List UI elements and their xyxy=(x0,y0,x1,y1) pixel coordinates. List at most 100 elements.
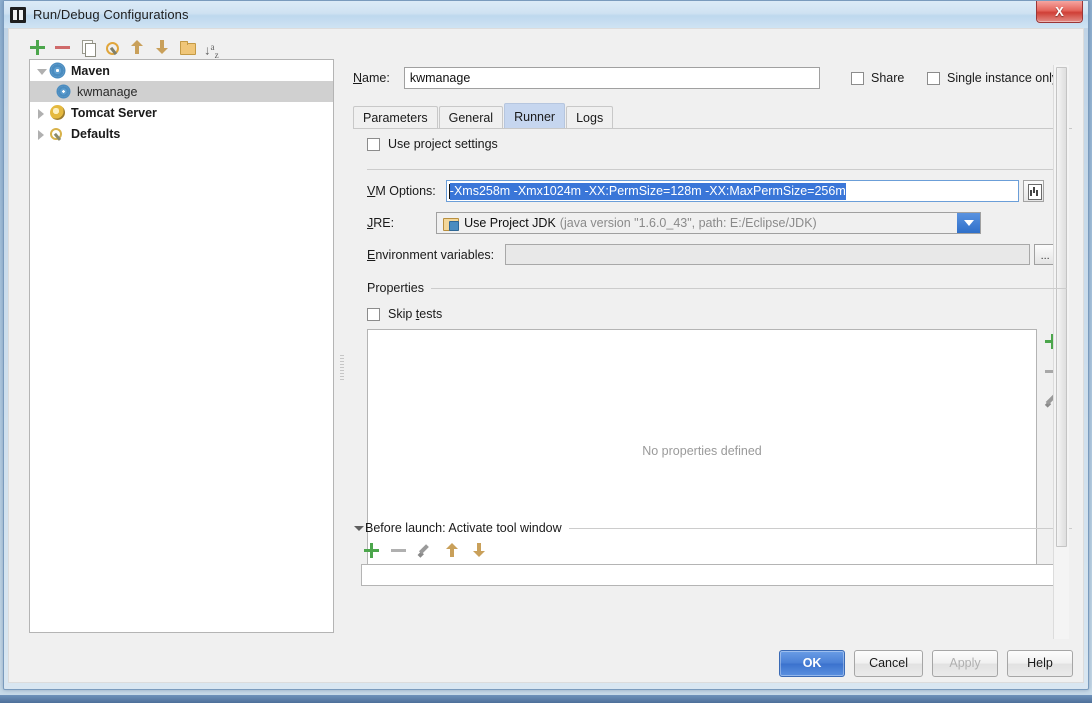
splitter-grip[interactable] xyxy=(340,354,344,380)
environment-variables-input[interactable] xyxy=(505,244,1031,265)
skip-tests-label: Skip tests xyxy=(388,307,443,321)
tab-label: Runner xyxy=(514,109,556,124)
run-debug-configurations-window: Run/Debug Configurations X ↓az Maven kwm… xyxy=(0,0,1092,695)
close-button[interactable]: X xyxy=(1036,1,1083,23)
title-bar: Run/Debug Configurations X xyxy=(4,1,1088,28)
vm-options-value: -Xms258m -Xmx1024m -XX:PermSize=128m -XX… xyxy=(449,182,846,200)
chevron-right-icon[interactable] xyxy=(34,106,48,120)
tree-node-tomcat-server[interactable]: Tomcat Server xyxy=(30,102,333,123)
pane-splitter[interactable] xyxy=(339,89,345,649)
tab-general[interactable]: General xyxy=(438,106,504,129)
share-checkbox[interactable] xyxy=(851,71,864,85)
ok-button[interactable]: OK xyxy=(779,649,846,677)
name-row: Name: kwmanage xyxy=(353,67,820,89)
folder-icon[interactable] xyxy=(179,39,196,55)
plus-icon[interactable] xyxy=(29,39,45,55)
tree-node-label: Maven xyxy=(71,63,110,78)
configurations-tree[interactable]: Maven kwmanage Tomcat Server Defaults xyxy=(29,59,334,633)
tab-label: Parameters xyxy=(363,111,428,125)
tree-toolbar: ↓az xyxy=(21,35,334,60)
plus-icon[interactable] xyxy=(363,542,379,558)
chevron-down-icon[interactable] xyxy=(34,64,48,78)
dialog-button-bar: OK Cancel Apply Help xyxy=(17,641,1092,685)
intellij-idea-icon xyxy=(10,6,26,23)
jre-value-detail: (java version "1.6.0_43", path: E:/Eclip… xyxy=(559,216,817,230)
desktop-background xyxy=(0,695,1092,703)
environment-variables-label: Environment variables: xyxy=(367,247,495,262)
maven-gear-icon xyxy=(50,63,66,79)
single-instance-checkbox[interactable] xyxy=(927,71,940,85)
expand-editor-icon[interactable] xyxy=(1022,180,1044,202)
jre-value-main: Use Project JDK xyxy=(464,216,556,230)
copy-icon[interactable] xyxy=(79,39,96,57)
group-rule xyxy=(568,528,1072,529)
tab-parameters[interactable]: Parameters xyxy=(353,106,438,129)
before-launch-list[interactable] xyxy=(361,564,1061,586)
jre-row: JRE: Use Project JDK (java version "1.6.… xyxy=(367,212,982,234)
maven-gear-icon xyxy=(56,84,72,100)
tree-node-defaults[interactable]: Defaults xyxy=(30,123,333,144)
tree-node-maven[interactable]: Maven xyxy=(30,60,333,81)
close-icon: X xyxy=(1055,4,1064,19)
properties-group-label: Properties xyxy=(367,281,431,295)
arrow-up-icon[interactable] xyxy=(129,39,145,55)
vm-options-label: VM Options: xyxy=(367,184,436,198)
tab-logs[interactable]: Logs xyxy=(566,106,614,129)
before-launch-header[interactable]: Before launch: Activate tool window xyxy=(353,521,1072,535)
tree-node-kwmanage[interactable]: kwmanage xyxy=(30,81,333,102)
use-project-settings-label: Use project settings xyxy=(388,137,498,151)
tree-node-label: Tomcat Server xyxy=(71,105,157,120)
vm-options-input[interactable]: -Xms258m -Xmx1024m -XX:PermSize=128m -XX… xyxy=(445,180,1019,202)
share-label: Share xyxy=(871,71,905,85)
cancel-button[interactable]: Cancel xyxy=(854,649,923,677)
tab-runner[interactable]: Runner xyxy=(504,103,566,129)
dialog-body: ↓az Maven kwmanage Tomcat Server Default… xyxy=(8,28,1084,683)
sort-alphabetical-icon[interactable]: ↓az xyxy=(204,39,220,60)
name-label: Name: xyxy=(353,71,390,85)
vm-options-row: VM Options: -Xms258m -Xmx1024m -XX:PermS… xyxy=(367,180,1044,202)
before-launch-title: Before launch: Activate tool window xyxy=(365,521,562,535)
configuration-editor-pane: Name: kwmanage Share Single instance onl… xyxy=(347,33,1072,643)
screen: Run/Debug Configurations X ↓az Maven kwm… xyxy=(0,0,1092,703)
name-input[interactable]: kwmanage xyxy=(403,67,820,89)
tree-node-label: kwmanage xyxy=(77,84,138,99)
jdk-folder-icon xyxy=(443,216,460,231)
apply-button: Apply xyxy=(932,649,998,677)
jre-select[interactable]: Use Project JDK (java version "1.6.0_43"… xyxy=(436,212,982,234)
editor-scrollbar[interactable] xyxy=(1053,65,1069,639)
divider xyxy=(367,169,1067,170)
use-project-settings-row[interactable]: Use project settings xyxy=(367,137,498,151)
use-project-settings-checkbox[interactable] xyxy=(367,137,380,151)
chevron-down-icon[interactable] xyxy=(353,522,365,534)
before-launch-toolbar xyxy=(353,542,1072,558)
skip-tests-row[interactable]: Skip tests xyxy=(367,307,442,321)
share-checkbox-row[interactable]: Share xyxy=(851,71,904,85)
tab-label: Logs xyxy=(576,111,604,125)
wrench-icon[interactable] xyxy=(104,39,120,55)
window-title: Run/Debug Configurations xyxy=(33,7,189,22)
properties-empty-text: No properties defined xyxy=(642,444,762,458)
chevron-down-icon[interactable] xyxy=(957,213,981,233)
before-launch-section: Before launch: Activate tool window xyxy=(353,521,1072,586)
pencil-icon[interactable] xyxy=(417,542,433,558)
configurations-pane: ↓az Maven kwmanage Tomcat Server Default… xyxy=(21,35,334,635)
defaults-wrench-icon xyxy=(50,126,66,142)
jre-label: JRE: xyxy=(367,216,395,230)
arrow-up-icon[interactable] xyxy=(444,542,460,558)
arrow-down-icon[interactable] xyxy=(471,542,487,558)
minus-icon[interactable] xyxy=(54,39,70,55)
properties-group: Properties xyxy=(367,279,1067,297)
arrow-down-icon[interactable] xyxy=(154,39,170,55)
single-instance-label: Single instance only xyxy=(947,71,1059,85)
tree-node-label: Defaults xyxy=(71,126,121,141)
minus-icon[interactable] xyxy=(390,542,406,558)
editor-tabs: Parameters General Runner Logs xyxy=(353,103,614,129)
scrollbar-thumb[interactable] xyxy=(1056,67,1067,547)
help-button[interactable]: Help xyxy=(1007,649,1073,677)
chevron-right-icon[interactable] xyxy=(34,127,48,141)
environment-variables-row: Environment variables: ... xyxy=(367,244,1057,265)
group-rule xyxy=(367,288,1067,289)
single-instance-checkbox-row[interactable]: Single instance only xyxy=(927,71,1058,85)
skip-tests-checkbox[interactable] xyxy=(367,307,380,321)
tab-label: General xyxy=(448,111,494,125)
